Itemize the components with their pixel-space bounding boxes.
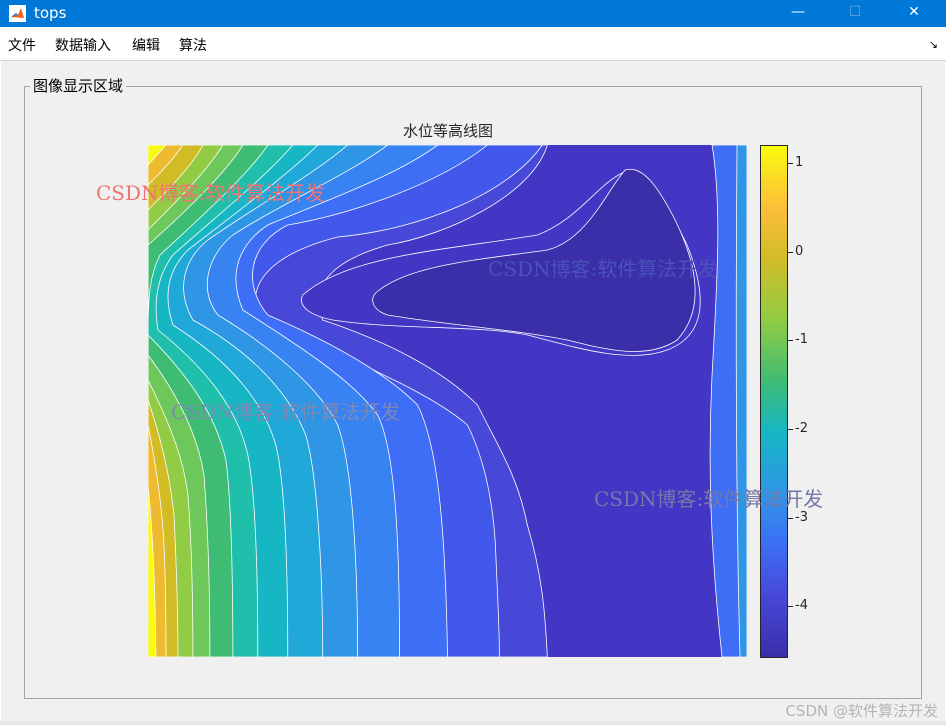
menu-file[interactable]: 文件 [8,37,36,55]
menu-edit[interactable]: 编辑 [132,37,160,55]
bottom-strip [0,721,946,725]
colorbar-tick-label: -2 [795,421,808,436]
colorbar-tick-label: -4 [795,598,808,613]
close-button[interactable]: ✕ [891,0,937,27]
toolbar-toggle-icon[interactable]: ↘ [929,38,938,51]
colorbar-tick-label: 0 [795,244,804,259]
colorbar-tick-label: 1 [795,155,804,170]
colorbar-tick-label: -3 [795,510,808,525]
colorbar-tick [788,429,793,430]
colorbar-tick [788,340,793,341]
window-title: tops [34,4,67,22]
title-bar: tops — ☐ ✕ [0,0,946,27]
menu-bar: 文件 数据输入 编辑 算法 ↘ [0,31,946,61]
colorbar-tick [788,163,793,164]
menu-data-input[interactable]: 数据输入 [55,37,111,55]
panel-title: 图像显示区域 [30,77,127,95]
contour-plot[interactable] [148,145,747,657]
figure-client-area: 图像显示区域 水位等高线图 1 0 -1 -2 -3 -4 CSDN博客:软件算… [1,61,945,721]
colorbar-tick [788,606,793,607]
minimize-button[interactable]: — [775,0,821,27]
colorbar[interactable] [760,145,788,658]
menu-algorithm[interactable]: 算法 [179,37,207,55]
chart-title: 水位等高线图 [402,122,493,140]
maximize-button[interactable]: ☐ [832,0,878,27]
matlab-icon [9,5,26,22]
footer-watermark: CSDN @软件算法开发 [785,702,938,720]
colorbar-tick [788,518,793,519]
colorbar-tick-label: -1 [795,332,808,347]
colorbar-tick [788,252,793,253]
